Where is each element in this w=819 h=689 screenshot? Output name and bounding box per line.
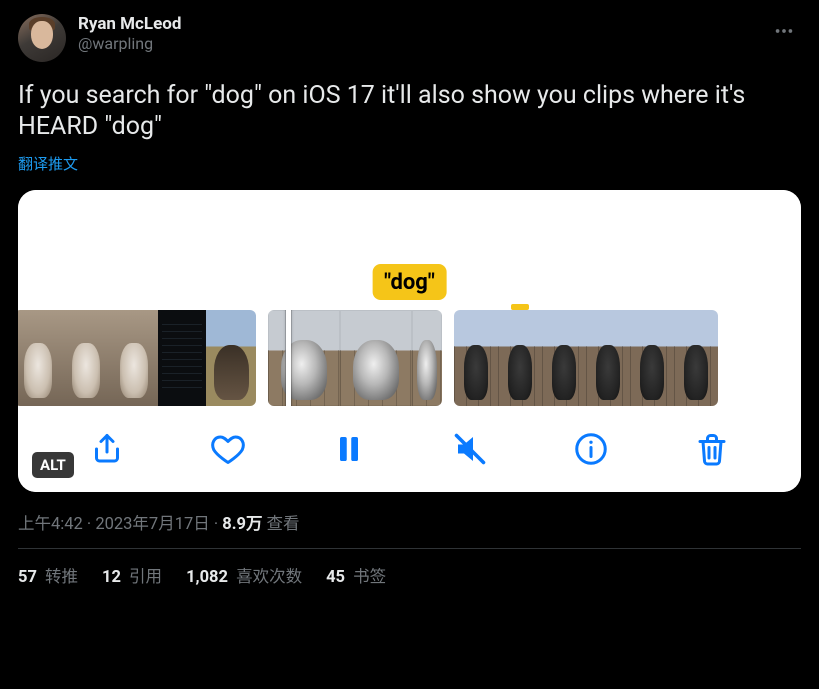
thumbnail-frame [206, 310, 256, 406]
heart-icon [210, 431, 246, 467]
thumbnail-frame [454, 310, 498, 406]
retweets-stat[interactable]: 57 转推 [18, 563, 78, 587]
author-name-block[interactable]: Ryan McLeod @warpling [78, 14, 181, 53]
playhead[interactable] [286, 310, 291, 406]
clip-1[interactable] [18, 310, 256, 406]
tweet-container: Ryan McLeod @warpling If you search for … [0, 0, 819, 587]
video-timeline[interactable] [18, 310, 801, 406]
like-button[interactable] [206, 427, 250, 471]
media-card[interactable]: "dog" [18, 190, 801, 492]
caption-bubble: "dog" [372, 264, 447, 300]
more-icon [773, 20, 795, 42]
mute-button[interactable] [448, 427, 492, 471]
share-icon [89, 431, 125, 467]
tweet-meta[interactable]: 上午4:42 · 2023年7月17日 · 8.9万 查看 [18, 510, 801, 534]
thumbnail-frame [158, 310, 206, 406]
avatar[interactable] [18, 14, 66, 62]
tweet-time: 上午4:42 [18, 515, 83, 534]
thumbnail-frame [340, 310, 412, 406]
thumbnail-frame [62, 310, 110, 406]
thumbnail-frame [110, 310, 158, 406]
thumbnail-frame [268, 310, 340, 406]
author-handle: @warpling [78, 34, 181, 53]
thumbnail-frame [412, 310, 442, 406]
alt-badge[interactable]: ALT [32, 452, 74, 478]
delete-button[interactable] [690, 427, 734, 471]
author-display-name: Ryan McLeod [78, 14, 181, 34]
views-label: 查看 [262, 515, 299, 534]
media-toolbar [18, 406, 801, 492]
thumbnail-frame [630, 310, 674, 406]
speaker-muted-icon [452, 431, 488, 467]
tweet-date: 2023年7月17日 [95, 515, 209, 534]
tweet-text: If you search for "dog" on iOS 17 it'll … [18, 80, 801, 143]
thumbnail-frame [586, 310, 630, 406]
thumbnail-frame [498, 310, 542, 406]
pause-button[interactable] [327, 427, 371, 471]
likes-stat[interactable]: 1,082 喜欢次数 [186, 563, 302, 587]
translate-link[interactable]: 翻译推文 [18, 153, 801, 174]
views-count: 8.9万 [222, 515, 262, 534]
tweet-header: Ryan McLeod @warpling [18, 14, 801, 62]
thumbnail-frame [542, 310, 586, 406]
quotes-stat[interactable]: 12 引用 [102, 563, 162, 587]
media-empty-area: "dog" [18, 190, 801, 310]
more-options-button[interactable] [767, 14, 801, 48]
info-button[interactable] [569, 427, 613, 471]
tweet-stats: 57 转推 12 引用 1,082 喜欢次数 45 书签 [18, 549, 801, 587]
bookmarks-stat[interactable]: 45 书签 [326, 563, 386, 587]
thumbnail-frame [674, 310, 718, 406]
clip-3[interactable] [454, 310, 718, 406]
info-icon [573, 431, 609, 467]
pause-icon [331, 431, 367, 467]
trash-icon [694, 431, 730, 467]
clip-2-active[interactable] [268, 310, 442, 406]
thumbnail-frame [18, 310, 62, 406]
share-button[interactable] [85, 427, 129, 471]
